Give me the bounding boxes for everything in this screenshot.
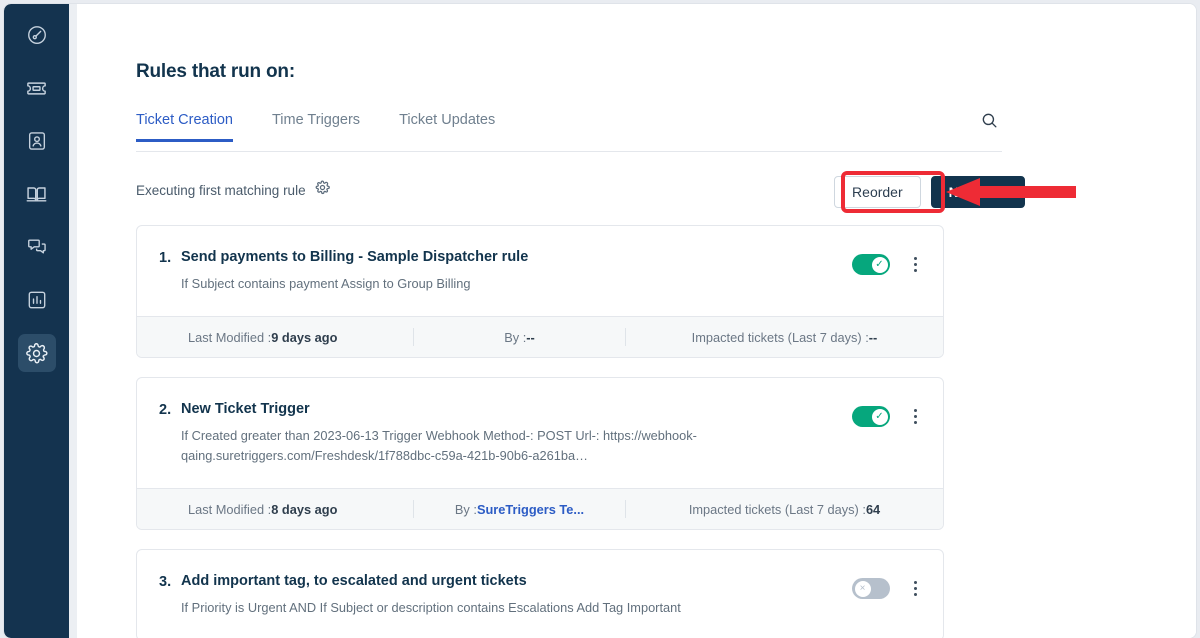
tab-bar: Ticket Creation Time Triggers Ticket Upd…: [136, 112, 1002, 152]
knowledge-base-book-icon: [25, 183, 48, 206]
gear-icon[interactable]: [315, 180, 330, 200]
modified-by-cell: By : --: [414, 328, 626, 347]
kebab-dot: [913, 409, 917, 413]
last-modified-label: Last Modified :: [188, 501, 272, 517]
sidebar-item-tickets[interactable]: [18, 69, 56, 107]
rule-more-options-button[interactable]: [907, 579, 923, 599]
modified-by-cell: By : SureTriggers Te...: [414, 500, 626, 519]
impacted-tickets-label: Impacted tickets (Last 7 days) :: [691, 329, 869, 345]
rule-enable-toggle[interactable]: ✓: [852, 406, 890, 428]
kebab-dot: [913, 257, 917, 260]
modified-by-value: --: [526, 329, 535, 345]
rule-card-controls: ✓: [852, 406, 923, 428]
kebab-dot: [913, 421, 917, 425]
rule-card[interactable]: 3. Add important tag, to escalated and u…: [136, 549, 944, 638]
kebab-dot: [913, 415, 917, 419]
contacts-icon: [26, 130, 48, 152]
ticket-icon: [25, 77, 48, 100]
rule-title: Add important tag, to escalated and urge…: [181, 573, 527, 590]
rule-card[interactable]: 1. Send payments to Billing - Sample Dis…: [136, 225, 944, 359]
rule-description: If Priority is Urgent AND If Subject or …: [181, 600, 681, 616]
rule-enable-toggle[interactable]: ×: [852, 578, 890, 600]
impacted-tickets-cell: Impacted tickets (Last 7 days) : 64: [626, 500, 943, 518]
kebab-dot: [913, 581, 917, 585]
gear-icon: [25, 342, 48, 365]
last-modified-value: 8 days ago: [271, 501, 338, 517]
tab-ticket-updates[interactable]: Ticket Updates: [399, 112, 495, 142]
rule-card-footer: Last Modified : 8 days ago By : SureTrig…: [137, 488, 943, 530]
toggle-cross-icon: ×: [854, 580, 871, 597]
dashboard-gauge-icon: [26, 24, 48, 46]
analytics-bar-chart-icon: [26, 289, 48, 311]
search-icon: [980, 111, 999, 135]
rule-card-body: 1. Send payments to Billing - Sample Dis…: [137, 226, 943, 316]
search-button[interactable]: [974, 108, 1004, 138]
page-title: Rules that run on:: [136, 61, 295, 82]
sidebar-item-analytics[interactable]: [18, 281, 56, 319]
tab-time-triggers[interactable]: Time Triggers: [272, 112, 360, 142]
rule-number: 3.: [159, 574, 172, 591]
tab-ticket-creation[interactable]: Ticket Creation: [136, 112, 233, 142]
rule-card-body: 3. Add important tag, to escalated and u…: [137, 550, 943, 638]
impacted-tickets-value: 64: [865, 501, 881, 517]
last-modified-label: Last Modified :: [188, 329, 272, 345]
last-modified-value: 9 days ago: [271, 329, 338, 345]
kebab-dot: [913, 587, 917, 591]
rule-title: New Ticket Trigger: [181, 401, 310, 418]
rule-description: If Created greater than 2023-06-13 Trigg…: [181, 428, 697, 464]
rule-number: 1.: [159, 250, 172, 266]
sidebar-item-admin[interactable]: [17, 334, 56, 372]
rule-number: 2.: [159, 402, 172, 419]
reorder-button[interactable]: Reorder: [834, 176, 921, 208]
kebab-dot: [913, 269, 917, 272]
rule-description: If Subject contains payment Assign to Gr…: [181, 276, 471, 291]
app-root: Rules that run on: Ticket Creation Time …: [0, 0, 1200, 638]
execution-mode-label: Executing first matching rule: [136, 182, 306, 198]
chat-bubbles-icon: [26, 236, 48, 258]
kebab-dot: [913, 593, 917, 597]
toggle-check-icon: ✓: [871, 256, 888, 273]
modified-by-value[interactable]: SureTriggers Te...: [477, 502, 584, 517]
last-modified-cell: Last Modified : 8 days ago: [137, 500, 414, 519]
sidebar-divider: [69, 4, 77, 638]
toggle-check-icon: ✓: [871, 408, 888, 425]
execution-mode-row: Executing first matching rule: [136, 180, 330, 200]
rule-card[interactable]: 2. New Ticket Trigger If Created greater…: [136, 377, 944, 531]
kebab-dot: [913, 263, 917, 266]
rule-card-body: 2. New Ticket Trigger If Created greater…: [137, 378, 943, 488]
modified-by-label: By :: [454, 501, 477, 517]
rule-card-controls: ✓: [852, 254, 923, 275]
rule-more-options-button[interactable]: [907, 255, 923, 275]
rules-list: 1. Send payments to Billing - Sample Dis…: [136, 225, 944, 638]
rule-card-controls: ×: [852, 578, 923, 600]
toolbar-actions: Reorder New rule: [834, 176, 1025, 208]
rule-title: Send payments to Billing - Sample Dispat…: [181, 249, 529, 265]
rule-card-footer: Last Modified : 9 days ago By : -- Impac…: [137, 316, 943, 358]
impacted-tickets-label: Impacted tickets (Last 7 days) :: [688, 501, 866, 517]
new-rule-button[interactable]: New rule: [930, 176, 1025, 208]
impacted-tickets-value: --: [868, 329, 878, 345]
sidebar-item-solutions[interactable]: [18, 175, 56, 213]
rule-enable-toggle[interactable]: ✓: [852, 254, 890, 275]
sidebar-item-dashboard[interactable]: [18, 16, 56, 54]
main-content: Rules that run on: Ticket Creation Time …: [77, 4, 1196, 638]
sidebar-item-chat[interactable]: [18, 228, 56, 266]
impacted-tickets-cell: Impacted tickets (Last 7 days) : --: [626, 328, 943, 346]
last-modified-cell: Last Modified : 9 days ago: [137, 328, 414, 347]
modified-by-label: By :: [504, 329, 527, 345]
sidebar-item-contacts[interactable]: [18, 122, 56, 160]
rule-more-options-button[interactable]: [907, 407, 923, 427]
application-window: Rules that run on: Ticket Creation Time …: [4, 4, 1196, 638]
left-nav-sidebar: [4, 4, 69, 638]
